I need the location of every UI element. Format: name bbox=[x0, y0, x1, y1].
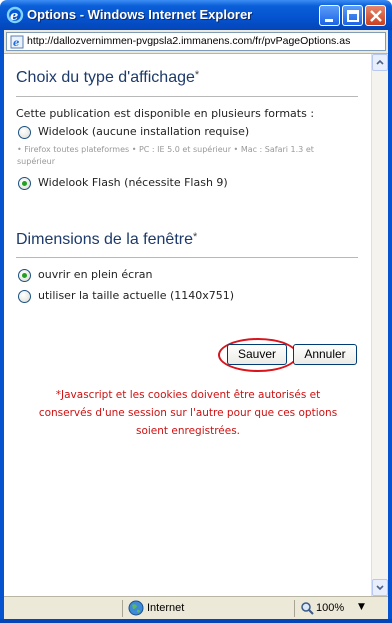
svg-text:e: e bbox=[13, 38, 19, 49]
widelook-flash-note: (nécessite Flash 9) bbox=[124, 176, 228, 189]
window-frame-right bbox=[388, 30, 392, 619]
required-star: * bbox=[194, 69, 200, 81]
radio-fullscreen[interactable]: ouvrir en plein écran bbox=[18, 268, 318, 284]
minimize-button[interactable] bbox=[319, 5, 340, 26]
radio-widelook-flash[interactable]: Widelook Flash (nécessite Flash 9) bbox=[18, 176, 318, 192]
svg-text:e: e bbox=[10, 9, 18, 24]
note-line-3: soient enregistrées. bbox=[135, 425, 241, 437]
maximize-icon bbox=[347, 10, 359, 22]
required-star: * bbox=[192, 231, 198, 243]
status-separator bbox=[294, 600, 295, 617]
close-icon bbox=[370, 10, 382, 22]
formats-intro: Cette publication est disponible en plus… bbox=[16, 107, 315, 120]
note-line-1: *Javascript et les cookies doivent être … bbox=[55, 389, 321, 401]
security-zone: Internet bbox=[147, 602, 185, 614]
radio-label-widelook-flash: Widelook Flash (nécessite Flash 9) bbox=[38, 176, 228, 189]
widelook-flash-label: Widelook Flash bbox=[38, 176, 121, 189]
note-line-2: conservés d'une session sur l'autre pour… bbox=[38, 407, 338, 419]
page-icon: e bbox=[10, 35, 24, 49]
close-button[interactable] bbox=[365, 5, 386, 26]
address-bar: e http://dallozvernimmen-pvgpsla2.immane… bbox=[4, 30, 388, 54]
widelook-requirements: • Firefox toutes plateformes • PC : IE 5… bbox=[17, 144, 362, 168]
status-bar: Internet 100% ▼ bbox=[4, 596, 388, 619]
cancel-button[interactable]: Annuler bbox=[293, 344, 357, 365]
requirements-line-2: supérieur bbox=[17, 157, 56, 166]
zoom-dropdown-icon[interactable]: ▼ bbox=[358, 602, 365, 612]
radio-label-fullscreen: ouvrir en plein écran bbox=[38, 268, 153, 281]
arrow-up-icon bbox=[376, 59, 384, 65]
globe-icon bbox=[128, 600, 144, 616]
title-bar[interactable]: e Options - Windows Internet Explorer bbox=[0, 0, 392, 30]
window-size-title: Dimensions de la fenêtre bbox=[16, 231, 193, 248]
ie-icon: e bbox=[6, 6, 24, 24]
page-content: Choix du type d'affichage* Cette publica… bbox=[4, 54, 371, 596]
minimize-icon bbox=[325, 19, 333, 22]
display-type-title: Choix du type d'affichage bbox=[16, 69, 195, 86]
radio-button[interactable] bbox=[18, 126, 31, 139]
status-separator bbox=[122, 600, 123, 617]
display-type-heading: Choix du type d'affichage* bbox=[16, 69, 199, 87]
radio-widelook[interactable]: Widelook (aucune installation requise) bbox=[18, 125, 318, 141]
scroll-down-button[interactable] bbox=[372, 579, 388, 596]
radio-label-current-size: utiliser la taille actuelle (1140x751) bbox=[38, 289, 235, 302]
address-url: http://dallozvernimmen-pvgpsla2.immanens… bbox=[27, 35, 351, 47]
section-divider bbox=[16, 257, 358, 258]
scroll-up-button[interactable] bbox=[372, 54, 388, 71]
window-size-heading: Dimensions de la fenêtre* bbox=[16, 231, 197, 249]
maximize-button[interactable] bbox=[342, 5, 363, 26]
requirements-line-1: • Firefox toutes plateformes • PC : IE 5… bbox=[17, 145, 314, 154]
widelook-note: (aucune installation requise) bbox=[91, 125, 250, 138]
window-frame-bottom bbox=[0, 619, 392, 623]
radio-label-widelook: Widelook (aucune installation requise) bbox=[38, 125, 249, 138]
radio-current-size[interactable]: utiliser la taille actuelle (1140x751) bbox=[18, 289, 318, 305]
cookies-note: *Javascript et les cookies doivent être … bbox=[18, 386, 358, 440]
arrow-down-icon bbox=[376, 585, 384, 591]
save-button[interactable]: Sauver bbox=[227, 344, 287, 365]
vertical-scrollbar[interactable] bbox=[371, 54, 388, 596]
radio-button[interactable] bbox=[18, 290, 31, 303]
radio-button-selected[interactable] bbox=[18, 177, 31, 190]
radio-button-selected[interactable] bbox=[18, 269, 31, 282]
widelook-label: Widelook bbox=[38, 125, 89, 138]
zoom-level[interactable]: 100% bbox=[316, 602, 344, 614]
magnifier-icon[interactable] bbox=[300, 601, 314, 615]
address-field[interactable]: e http://dallozvernimmen-pvgpsla2.immane… bbox=[6, 32, 386, 51]
window-title: Options - Windows Internet Explorer bbox=[27, 7, 253, 22]
section-divider bbox=[16, 96, 358, 97]
